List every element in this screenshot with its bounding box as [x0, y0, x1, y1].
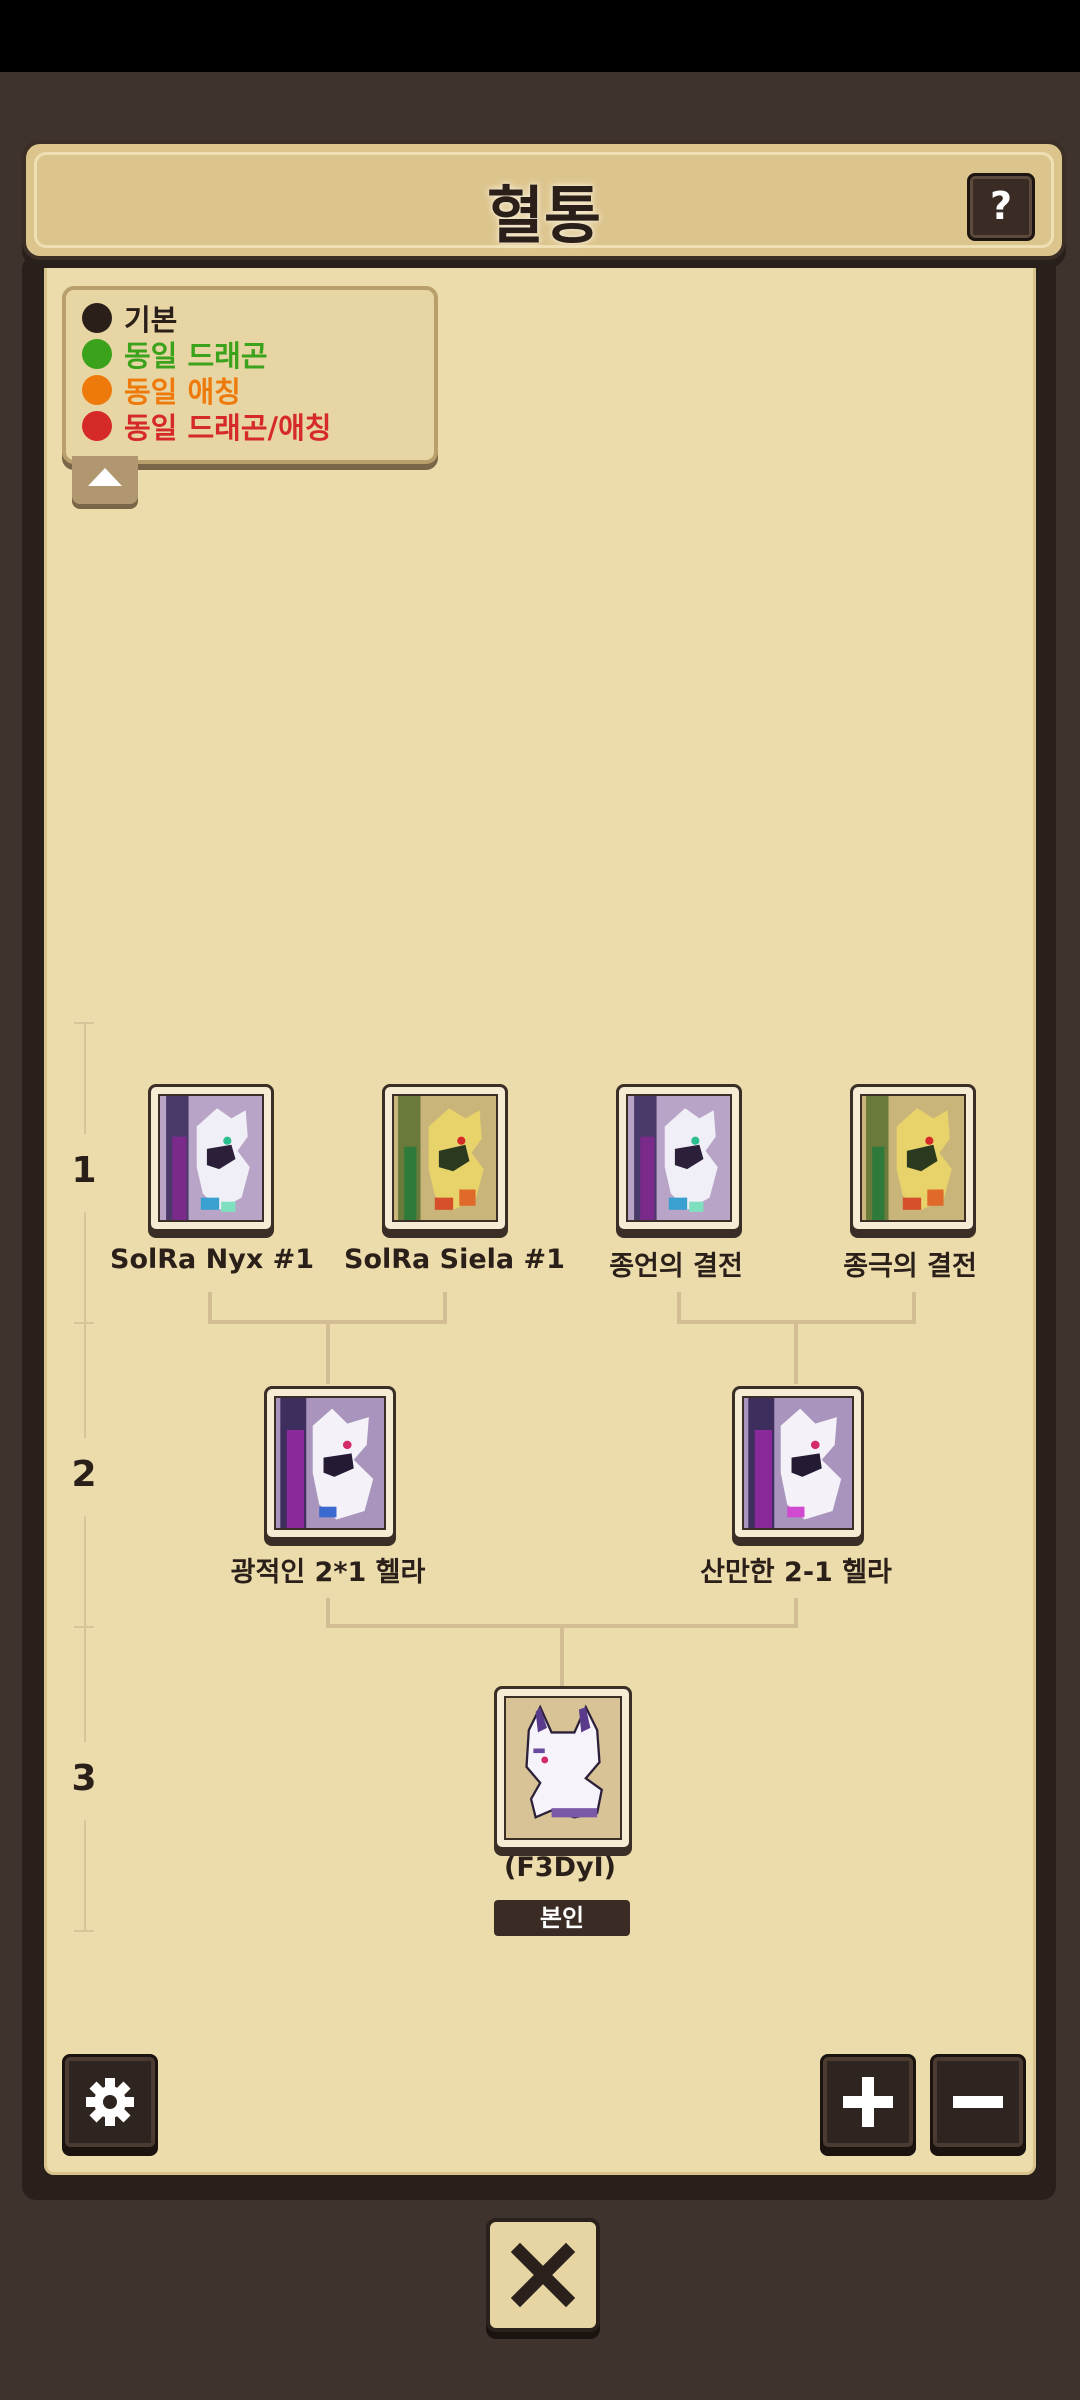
dragon-name: (F3DyI) — [504, 1852, 616, 1883]
page-title: 혈통 — [486, 179, 602, 252]
gear-icon — [86, 2078, 134, 2126]
legend-item-same-nickname: 동일 애칭 — [82, 372, 241, 409]
header-bar: 혈통 ? — [22, 140, 1066, 260]
connector-line — [560, 1624, 564, 1686]
close-button[interactable] — [486, 2218, 600, 2332]
dragon-portrait — [392, 1094, 498, 1222]
generation-ruler — [84, 1022, 86, 1134]
zoom-in-button[interactable] — [820, 2054, 916, 2150]
legend-dot — [82, 411, 112, 441]
ruler-tick — [74, 1022, 94, 1024]
generation-ruler — [84, 1516, 86, 1742]
generation-ruler — [84, 1820, 86, 1932]
dragon-card-ultimate-battle[interactable] — [850, 1084, 976, 1232]
zoom-out-button[interactable] — [930, 2054, 1026, 2150]
dragon-card-solra-nyx[interactable] — [148, 1084, 274, 1232]
ruler-tick — [74, 1626, 94, 1628]
dragon-portrait — [626, 1094, 732, 1222]
dragon-name: SolRa Siela #1 — [344, 1244, 565, 1275]
self-badge: 본인 — [494, 1900, 630, 1936]
connector-line — [794, 1320, 798, 1384]
plus-icon — [843, 2077, 893, 2127]
dragon-name: SolRa Nyx #1 — [110, 1244, 315, 1275]
dragon-card-distracted-hela[interactable] — [732, 1386, 864, 1540]
minus-icon — [953, 2096, 1003, 2108]
legend-label: 동일 드래곤/애칭 — [124, 411, 332, 445]
dragon-portrait — [274, 1396, 386, 1530]
help-button[interactable]: ? — [967, 173, 1035, 241]
dragon-portrait — [860, 1094, 966, 1222]
close-icon — [510, 2242, 576, 2308]
legend-collapse-button[interactable] — [72, 456, 138, 504]
generation-label-2: 2 — [71, 1454, 97, 1495]
dragon-name: 종극의 결전 — [843, 1251, 977, 1282]
dragon-name: 광적인 2*1 헬라 — [230, 1557, 426, 1588]
dragon-card-frantic-hela[interactable] — [264, 1386, 396, 1540]
connector-line — [326, 1320, 330, 1384]
dragon-portrait — [742, 1396, 854, 1530]
dragon-card-end-battle[interactable] — [616, 1084, 742, 1232]
ruler-tick — [74, 1322, 94, 1324]
dragon-card-solra-siela[interactable] — [382, 1084, 508, 1232]
legend-item-same-both: 동일 드래곤/애칭 — [82, 408, 332, 445]
dragon-portrait — [504, 1696, 622, 1840]
generation-ruler — [84, 1212, 86, 1438]
dragon-portrait — [158, 1094, 264, 1222]
chevron-up-icon — [88, 468, 122, 486]
generation-label-3: 3 — [71, 1758, 97, 1799]
dragon-name: 산만한 2-1 헬라 — [700, 1557, 892, 1588]
legend-item-basic: 기본 — [82, 300, 177, 337]
legend-panel: 기본 동일 드래곤 동일 애칭 동일 드래곤/애칭 — [62, 286, 438, 464]
dragon-name: 종언의 결전 — [609, 1251, 743, 1282]
legend-item-same-dragon: 동일 드래곤 — [82, 336, 268, 373]
settings-button[interactable] — [62, 2054, 158, 2150]
legend-dot — [82, 375, 112, 405]
legend-dot — [82, 303, 112, 333]
generation-label-1: 1 — [71, 1150, 97, 1191]
legend-dot — [82, 339, 112, 369]
status-bar — [0, 0, 1080, 72]
ruler-tick — [74, 1930, 94, 1932]
dragon-card-self[interactable] — [494, 1686, 632, 1850]
